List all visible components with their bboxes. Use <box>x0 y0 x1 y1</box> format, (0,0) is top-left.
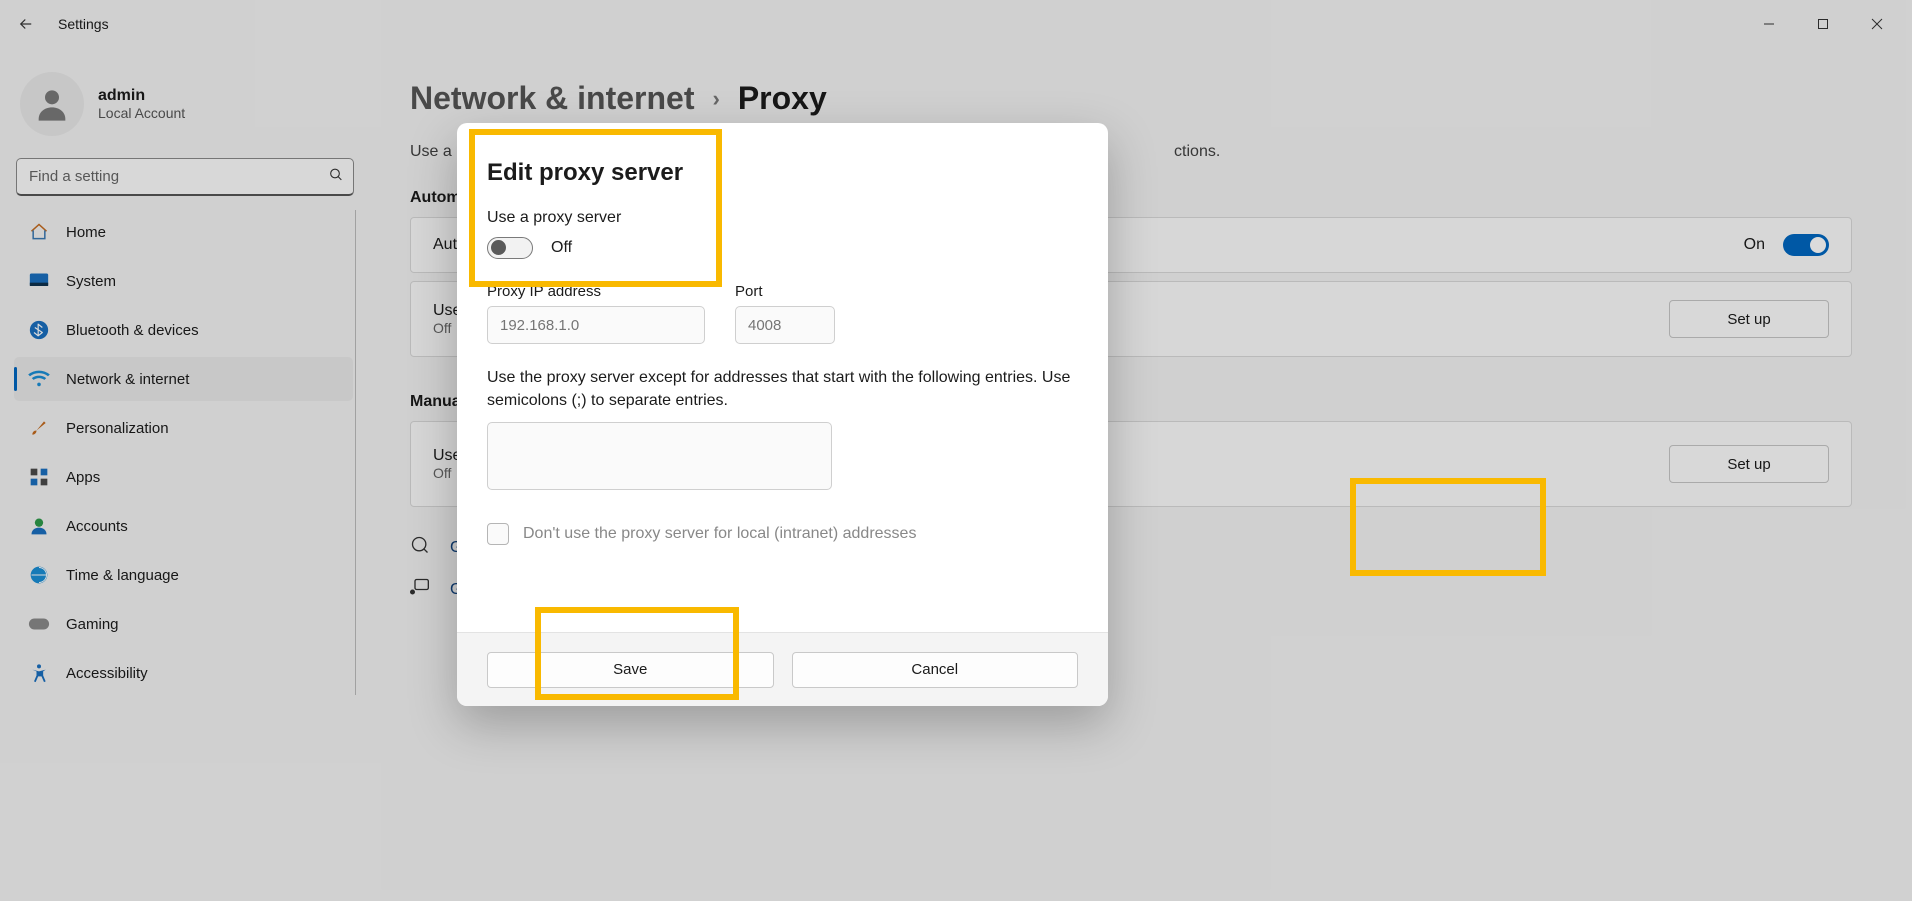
sidebar-item-label: System <box>66 273 116 290</box>
apps-icon <box>28 466 50 488</box>
wifi-icon <box>28 368 50 390</box>
sidebar-item-time[interactable]: Time & language <box>14 553 353 597</box>
except-textarea[interactable] <box>487 422 832 490</box>
sidebar-item-system[interactable]: System <box>14 259 353 303</box>
brush-icon <box>28 417 50 439</box>
nav-list: Home System Bluetooth & devices Network … <box>14 210 356 695</box>
sidebar-item-personalization[interactable]: Personalization <box>14 406 353 450</box>
sidebar-item-label: Accounts <box>66 518 128 535</box>
auto-detect-toggle[interactable] <box>1783 234 1829 256</box>
ip-label: Proxy IP address <box>487 283 705 300</box>
window-controls <box>1742 4 1904 44</box>
globe-clock-icon <box>28 564 50 586</box>
person-icon <box>28 515 50 537</box>
user-block[interactable]: admin Local Account <box>14 68 356 158</box>
help-icon <box>410 535 432 560</box>
use-proxy-toggle[interactable] <box>487 237 533 259</box>
app-title: Settings <box>58 16 109 32</box>
breadcrumb-parent[interactable]: Network & internet <box>410 80 694 117</box>
use-proxy-label: Use a proxy server <box>487 209 1078 227</box>
sidebar-item-bluetooth[interactable]: Bluetooth & devices <box>14 308 353 352</box>
local-checkbox[interactable] <box>487 523 509 545</box>
avatar <box>20 72 84 136</box>
setup-script-button[interactable]: Set up <box>1669 300 1829 338</box>
sidebar-item-label: Gaming <box>66 616 119 633</box>
back-button[interactable] <box>16 14 36 34</box>
except-label: Use the proxy server except for addresse… <box>487 366 1078 412</box>
chevron-right-icon: › <box>712 86 719 112</box>
setup-manual-button[interactable]: Set up <box>1669 445 1829 483</box>
sidebar-item-label: Personalization <box>66 420 169 437</box>
sidebar-item-label: Time & language <box>66 567 179 584</box>
gamepad-icon <box>28 613 50 635</box>
feedback-icon <box>410 578 432 601</box>
sidebar-item-network[interactable]: Network & internet <box>14 357 353 401</box>
dialog-title: Edit proxy server <box>487 159 1078 187</box>
bluetooth-icon <box>28 319 50 341</box>
edit-proxy-dialog: Edit proxy server Use a proxy server Off… <box>457 123 1108 706</box>
breadcrumb-current: Proxy <box>738 80 827 117</box>
close-button[interactable] <box>1850 4 1904 44</box>
sidebar-item-label: Accessibility <box>66 665 148 682</box>
minimize-button[interactable] <box>1742 4 1796 44</box>
breadcrumb: Network & internet › Proxy <box>410 80 1852 117</box>
home-icon <box>28 221 50 243</box>
toggle-state-label: Off <box>551 239 572 257</box>
system-icon <box>28 270 50 292</box>
sidebar-item-accounts[interactable]: Accounts <box>14 504 353 548</box>
search-input[interactable] <box>16 158 354 196</box>
sidebar-item-label: Bluetooth & devices <box>66 322 199 339</box>
sidebar: admin Local Account Home System Bluetoot… <box>0 48 370 901</box>
user-name: admin <box>98 87 185 105</box>
local-checkbox-label: Don't use the proxy server for local (in… <box>523 525 916 543</box>
proxy-ip-input[interactable] <box>487 306 705 344</box>
save-button[interactable]: Save <box>487 652 774 688</box>
search-icon <box>328 167 344 188</box>
maximize-button[interactable] <box>1796 4 1850 44</box>
cancel-button[interactable]: Cancel <box>792 652 1079 688</box>
proxy-port-input[interactable] <box>735 306 835 344</box>
sidebar-item-accessibility[interactable]: Accessibility <box>14 651 353 695</box>
accessibility-icon <box>28 662 50 684</box>
titlebar: Settings <box>0 0 1912 48</box>
sidebar-item-label: Network & internet <box>66 371 189 388</box>
toggle-label: On <box>1744 236 1765 254</box>
sidebar-item-apps[interactable]: Apps <box>14 455 353 499</box>
sidebar-item-label: Home <box>66 224 106 241</box>
sidebar-item-label: Apps <box>66 469 100 486</box>
sidebar-item-home[interactable]: Home <box>14 210 353 254</box>
port-label: Port <box>735 283 835 300</box>
user-subtitle: Local Account <box>98 105 185 121</box>
sidebar-item-gaming[interactable]: Gaming <box>14 602 353 646</box>
